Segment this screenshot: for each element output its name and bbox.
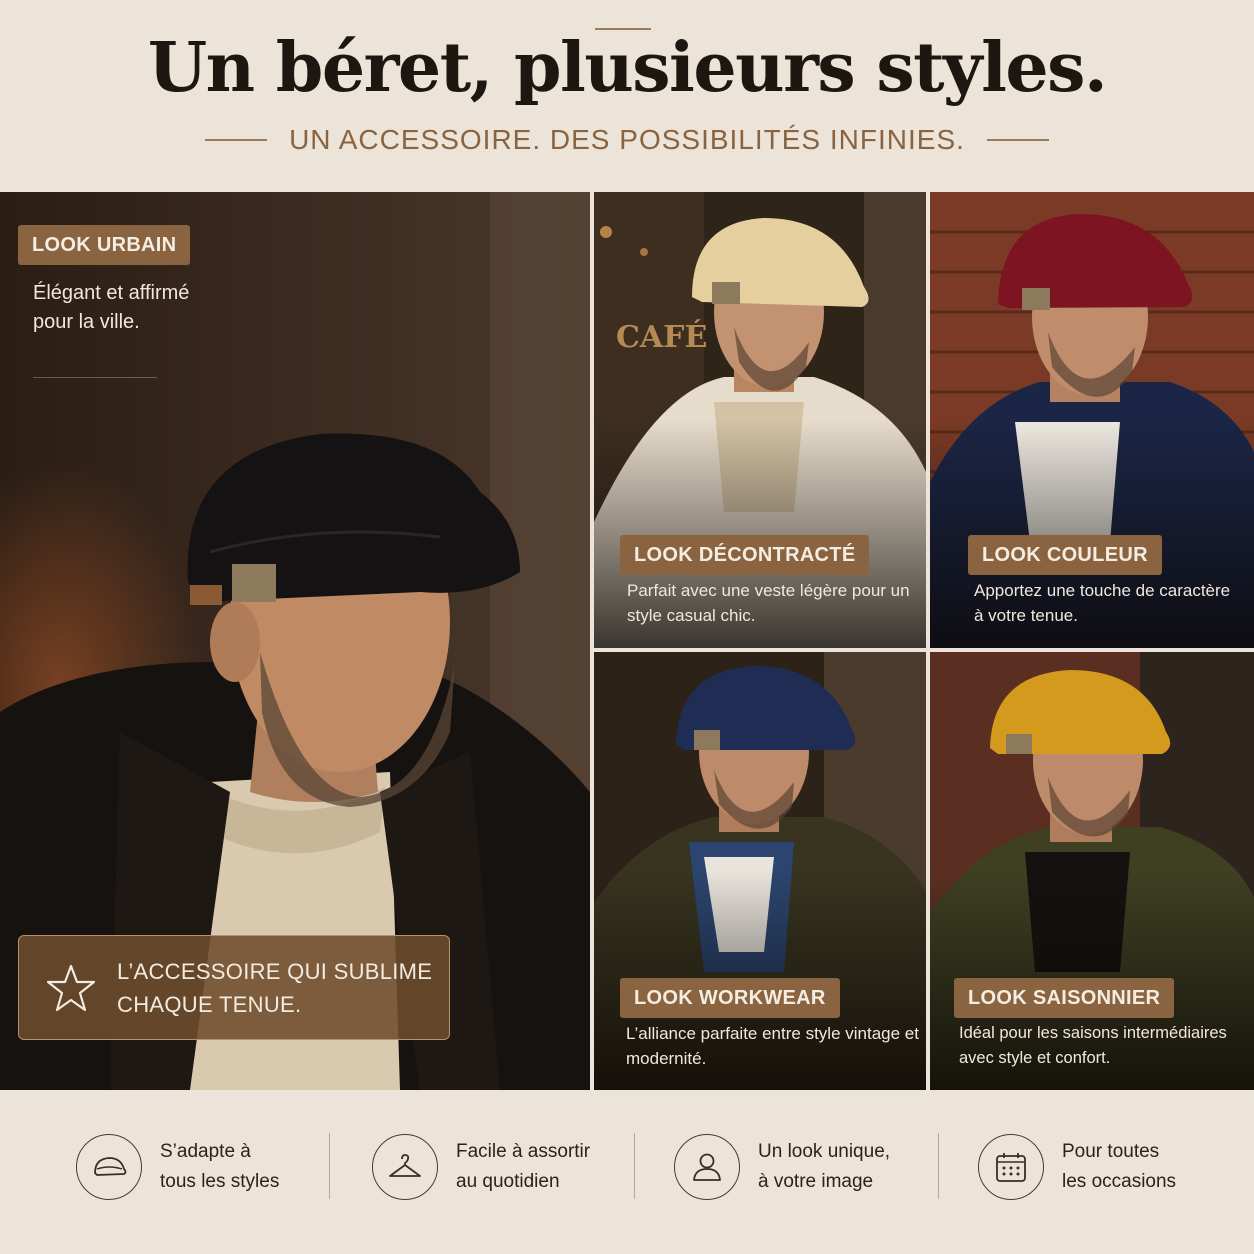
- look-decontracte-description: Parfait avec une veste légère pour un st…: [627, 581, 910, 625]
- feature-adaptable: S’adapte à tous les styles: [76, 1132, 279, 1202]
- hanger-icon: [372, 1134, 438, 1200]
- decorative-dash: [205, 139, 268, 141]
- star-icon: [46, 964, 96, 1011]
- look-workwear-description: L’alliance parfaite entre style vintage …: [626, 1024, 919, 1068]
- feature-all-occasions: Pour toutes les occasions: [978, 1132, 1176, 1202]
- feature-easy-match: Facile à assortir au quotidien: [372, 1132, 590, 1202]
- divider: [33, 377, 157, 378]
- page-title: Un béret, plusieurs styles.: [147, 28, 1108, 108]
- feature-line-1: Facile à assortir: [456, 1141, 591, 1162]
- feature-line-1: S’adapte à: [160, 1141, 251, 1162]
- look-urbain-description: Élégant et affirmé pour la ville.: [33, 282, 190, 333]
- feature-line-2: tous les styles: [160, 1171, 280, 1192]
- callout-text: L’ACCESSOIRE QUI SUBLIME CHAQUE TENUE.: [117, 958, 433, 1017]
- cap-icon: [76, 1134, 142, 1200]
- features-bar: S’adapte à tous les styles Facile à asso…: [0, 1090, 1254, 1254]
- callout-box: L’ACCESSOIRE QUI SUBLIME CHAQUE TENUE.: [18, 935, 450, 1040]
- look-saisonnier-description: Idéal pour les saisons intermédiaires av…: [959, 1024, 1227, 1067]
- feature-separator: [938, 1133, 939, 1199]
- feature-line-2: les occasions: [1062, 1171, 1177, 1192]
- feature-line-1: Un look unique,: [758, 1141, 891, 1162]
- feature-line-2: à votre image: [758, 1171, 874, 1192]
- page-subtitle: UN ACCESSOIRE. DES POSSIBILITÉS INFINIES…: [289, 124, 965, 155]
- look-couleur-panel: LOOK COULEUR Apportez une touche de cara…: [930, 192, 1254, 648]
- look-saisonnier-tag: LOOK SAISONNIER: [954, 978, 1175, 1018]
- feature-separator: [634, 1133, 635, 1199]
- look-urbain-tag: LOOK URBAIN: [18, 225, 191, 265]
- feature-line-2: au quotidien: [456, 1171, 560, 1192]
- feature-line-1: Pour toutes: [1062, 1141, 1160, 1162]
- look-urbain-panel: LOOK URBAIN Élégant et affirmé pour la v…: [0, 192, 590, 1090]
- feature-separator: [329, 1133, 330, 1199]
- look-saisonnier-panel: LOOK SAISONNIER Idéal pour les saisons i…: [930, 652, 1254, 1090]
- calendar-icon: [978, 1134, 1044, 1200]
- person-icon: [674, 1134, 740, 1200]
- look-decontracte-panel: CAFÉ LOOK DÉCONTRACTÉ Parfait avec une v…: [594, 192, 926, 648]
- look-couleur-description: Apportez une touche de caractère à votre…: [974, 581, 1231, 625]
- decorative-dash: [986, 139, 1049, 141]
- look-couleur-tag: LOOK COULEUR: [968, 535, 1162, 575]
- look-decontracte-tag: LOOK DÉCONTRACTÉ: [620, 535, 870, 575]
- photo-grid: LOOK URBAIN Élégant et affirmé pour la v…: [0, 192, 1254, 1090]
- look-workwear-tag: LOOK WORKWEAR: [620, 978, 840, 1018]
- cafe-sign: CAFÉ: [616, 319, 707, 355]
- header: Un béret, plusieurs styles. UN ACCESSOIR…: [0, 0, 1254, 192]
- look-workwear-panel: LOOK WORKWEAR L’alliance parfaite entre …: [594, 652, 926, 1090]
- subtitle-row: UN ACCESSOIRE. DES POSSIBILITÉS INFINIES…: [0, 124, 1254, 156]
- feature-unique-look: Un look unique, à votre image: [674, 1132, 890, 1202]
